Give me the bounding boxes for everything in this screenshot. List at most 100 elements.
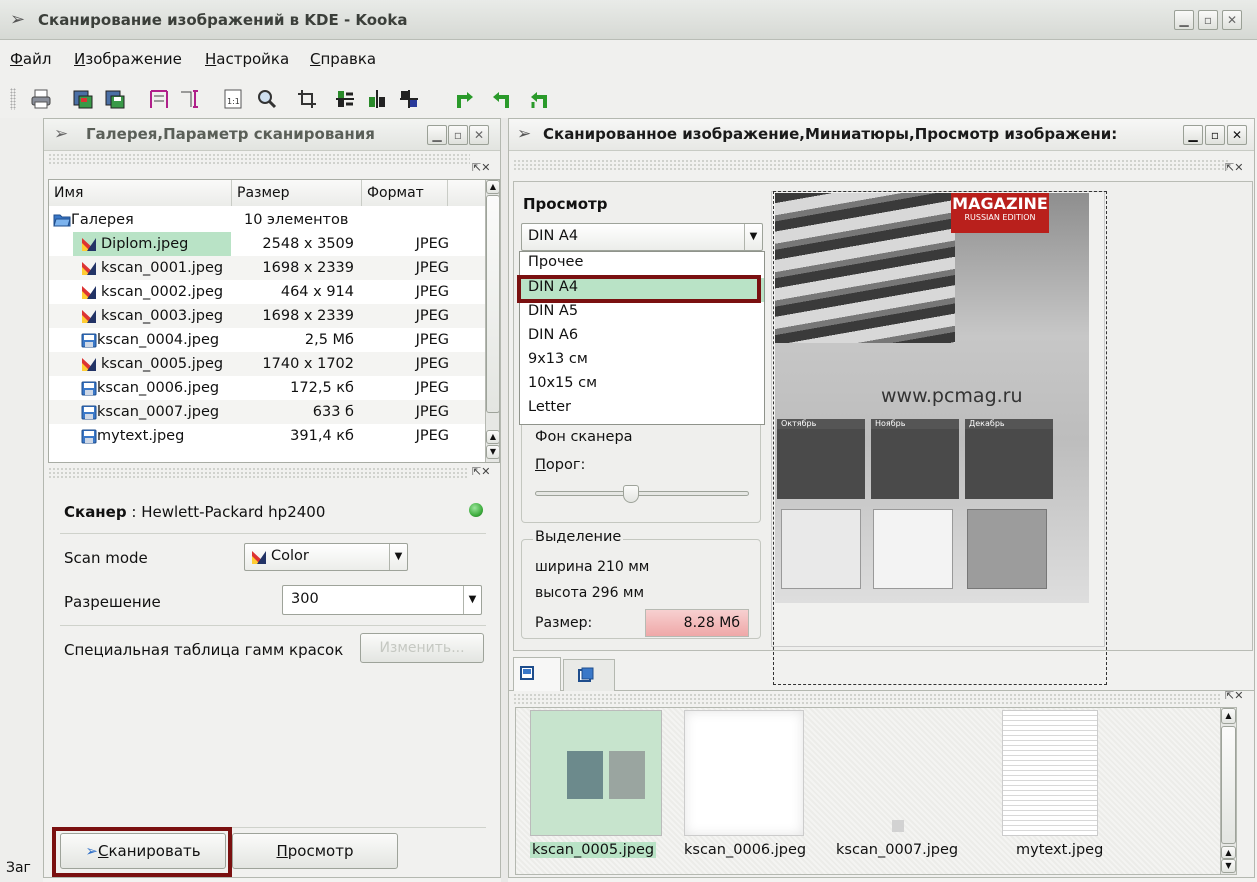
zoom-icon[interactable]: [256, 88, 278, 110]
app-icon: ➢: [10, 9, 26, 30]
floppy-icon: [81, 381, 97, 396]
thumbnail-caption[interactable]: kscan_0007.jpeg: [836, 842, 958, 858]
thumbnail-caption[interactable]: mytext.jpeg: [1016, 842, 1103, 858]
maximize-button[interactable]: ▫: [1198, 10, 1218, 30]
threshold-label: Порог:: [535, 457, 586, 473]
menu-help[interactable]: Справка: [310, 50, 376, 68]
thumbnail-scrollbar[interactable]: ▲ ▲ ▼: [1220, 708, 1236, 874]
gallery-scrollbar[interactable]: ▲ ▲ ▼: [485, 180, 499, 462]
dock-grip[interactable]: [513, 693, 1221, 705]
scroll-thumb[interactable]: [1221, 726, 1236, 844]
thumbnail-kscan-0005[interactable]: [530, 710, 662, 836]
mirror-vertical-icon[interactable]: [334, 88, 356, 110]
tab-gallery[interactable]: [563, 659, 615, 691]
crop-height-icon[interactable]: [178, 88, 200, 110]
threshold-slider-thumb[interactable]: [623, 485, 640, 503]
page-size-option[interactable]: 9x13 см: [528, 351, 588, 367]
scan-button[interactable]: ➢Сканировать: [60, 833, 226, 869]
gallery-row[interactable]: kscan_0005.jpeg 1740 x 1702 JPEG: [49, 352, 485, 376]
menu-settings[interactable]: Настройка: [205, 50, 289, 68]
right-dock-close-button[interactable]: ✕: [1227, 125, 1247, 145]
thumbnail-kscan-0006[interactable]: [684, 710, 804, 836]
scroll-down-button[interactable]: ▼: [486, 445, 499, 459]
image-view-icon: [520, 666, 534, 680]
right-dock-header[interactable]: ➢ Сканированное изображение,Миниатюры,Пр…: [509, 119, 1254, 151]
scroll-down-button[interactable]: ▼: [1221, 859, 1236, 873]
scroll-up-button[interactable]: ▲: [486, 180, 499, 194]
column-header-name[interactable]: Имя: [49, 180, 232, 206]
dock-grip[interactable]: [513, 159, 1230, 171]
actual-size-icon[interactable]: 1:1: [222, 88, 244, 110]
selection-rectangle[interactable]: [773, 191, 1107, 685]
scroll-thumb[interactable]: [486, 195, 499, 413]
left-dock-minimize-button[interactable]: ▁: [427, 125, 447, 145]
gallery-row[interactable]: kscan_0003.jpeg 1698 x 2339 JPEG: [49, 304, 485, 328]
thumbnail-panel[interactable]: kscan_0005.jpeg kscan_0006.jpeg kscan_00…: [515, 707, 1237, 875]
window-titlebar[interactable]: ➢ Сканирование изображений в KDE - Kooka…: [0, 0, 1257, 40]
thumbnail-mytext[interactable]: [1002, 710, 1098, 836]
close-button[interactable]: ✕: [1222, 10, 1242, 30]
crop-width-icon[interactable]: [148, 88, 170, 110]
thumbnail-kscan-0007[interactable]: [892, 820, 904, 832]
gallery-row[interactable]: kscan_0006.jpeg 172,5 кб JPEG: [49, 376, 485, 400]
undock-icon[interactable]: ⇱✕: [1225, 689, 1243, 702]
scan-mode-select[interactable]: Color ▼: [244, 543, 408, 571]
print-icon[interactable]: [30, 88, 52, 110]
rotate-180-icon[interactable]: [528, 88, 550, 110]
menu-image[interactable]: Изображение: [74, 50, 182, 68]
page-size-option[interactable]: Letter: [528, 399, 571, 415]
gallery-row[interactable]: kscan_0002.jpeg 464 x 914 JPEG: [49, 280, 485, 304]
rotate-right-icon[interactable]: [454, 88, 476, 110]
page-size-option[interactable]: Прочее: [528, 254, 583, 270]
tab-thumbnails[interactable]: [513, 657, 561, 691]
gallery-row[interactable]: mytext.jpeg 391,4 кб JPEG: [49, 424, 485, 448]
rotate-left-icon[interactable]: [490, 88, 512, 110]
left-dock-maximize-button[interactable]: ▫: [448, 125, 468, 145]
file-size: 633 б: [312, 404, 354, 420]
resolution-label: Разрешение: [64, 593, 161, 611]
undock-icon[interactable]: ⇱✕: [472, 161, 490, 174]
toolbar-grip[interactable]: [10, 88, 16, 110]
thumbnail-caption[interactable]: kscan_0005.jpeg: [530, 842, 657, 858]
dock-splitter[interactable]: [501, 118, 508, 882]
dock-grip[interactable]: [48, 153, 470, 165]
crop-icon[interactable]: [296, 88, 318, 110]
dock-grip[interactable]: [48, 467, 468, 479]
left-dock-close-button[interactable]: ✕: [469, 125, 489, 145]
minimize-button[interactable]: ▁: [1174, 10, 1194, 30]
floppy-icon: [81, 333, 97, 348]
undock-icon[interactable]: ⇱✕: [1225, 161, 1243, 174]
column-header-size[interactable]: Размер: [232, 180, 362, 206]
scroll-up-button[interactable]: ▲: [1221, 708, 1236, 724]
scan-icon[interactable]: [72, 88, 94, 110]
right-dock-minimize-button[interactable]: ▁: [1183, 125, 1203, 145]
page-size-option[interactable]: DIN A5: [528, 303, 578, 319]
undock-icon[interactable]: ⇱✕: [472, 465, 490, 478]
column-header-format[interactable]: Формат: [362, 180, 448, 206]
right-dock-maximize-button[interactable]: ▫: [1205, 125, 1225, 145]
page-size-select[interactable]: DIN A4 ▼: [521, 223, 763, 251]
gallery-row[interactable]: kscan_0001.jpeg 1698 x 2339 JPEG: [49, 256, 485, 280]
gallery-row[interactable]: Diplom.jpeg 2548 x 3509 JPEG: [49, 232, 485, 256]
gamma-table-label: Специальная таблица гамм красок: [64, 641, 344, 659]
thumbnail-caption[interactable]: kscan_0006.jpeg: [684, 842, 806, 858]
gamma-edit-button[interactable]: Изменить...: [360, 633, 484, 663]
mirror-horizontal-icon[interactable]: [366, 88, 388, 110]
page-size-option[interactable]: DIN A6: [528, 327, 578, 343]
menu-file[interactable]: Файл: [10, 50, 51, 68]
preview-heading: Просмотр: [523, 195, 608, 213]
gallery-row[interactable]: kscan_0007.jpeg 633 б JPEG: [49, 400, 485, 424]
scroll-up-button-lower[interactable]: ▲: [486, 430, 499, 444]
page-size-option[interactable]: 10x15 см: [528, 375, 597, 391]
left-dock-header[interactable]: ➢ Галерея,Параметр сканирования ▁ ▫ ✕: [44, 119, 500, 151]
gallery-root-row[interactable]: Галерея 10 элементов: [49, 208, 485, 232]
gallery-list[interactable]: Имя Размер Формат Галерея 10 элементов D…: [48, 179, 500, 463]
mirror-both-icon[interactable]: [398, 88, 420, 110]
resolution-select[interactable]: 300 ▼: [282, 585, 482, 615]
threshold-slider-track[interactable]: [535, 491, 749, 496]
preview-button[interactable]: Просмотр: [232, 833, 398, 869]
save-icon[interactable]: [104, 88, 126, 110]
chevron-down-icon: ▼: [389, 544, 407, 570]
scroll-up-button-lower[interactable]: ▲: [1221, 846, 1236, 859]
gallery-row[interactable]: kscan_0004.jpeg 2,5 Мб JPEG: [49, 328, 485, 352]
